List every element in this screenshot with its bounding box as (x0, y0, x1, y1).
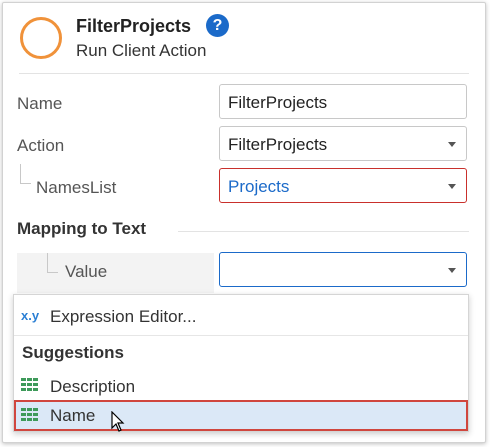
element-title: FilterProjects (76, 16, 192, 36)
expression-icon: x.y (21, 308, 40, 323)
suggestion-label: Description (50, 377, 136, 396)
expression-editor-item[interactable]: x.y Expression Editor... (14, 301, 468, 331)
tree-connector (47, 253, 58, 273)
name-value: FilterProjects (228, 93, 328, 112)
mapping-section-title: Mapping to Text (17, 219, 147, 238)
chevron-down-icon (448, 268, 456, 273)
header-divider (19, 73, 469, 74)
action-select[interactable]: FilterProjects (219, 126, 467, 161)
nameslist-value: Projects (228, 177, 290, 196)
element-type: Run Client Action (76, 41, 207, 60)
properties-panel: FilterProjects ? Run Client Action Name … (2, 2, 486, 443)
help-icon[interactable]: ? (206, 14, 229, 37)
tree-connector (20, 164, 31, 184)
action-label: Action (17, 136, 65, 155)
name-label: Name (17, 94, 63, 113)
name-field[interactable]: FilterProjects (219, 84, 467, 119)
value-label: Value (65, 262, 108, 281)
client-action-icon (20, 17, 62, 59)
suggestion-name[interactable]: Name (14, 400, 468, 431)
nameslist-select[interactable]: Projects (219, 168, 467, 203)
table-icon (21, 377, 39, 393)
suggestion-label: Name (50, 406, 96, 425)
suggestions-header: Suggestions (22, 343, 125, 362)
value-dropdown: x.y Expression Editor... Suggestions Des… (13, 294, 469, 432)
chevron-down-icon (448, 184, 456, 189)
action-value: FilterProjects (228, 135, 328, 154)
panel-header: FilterProjects ? Run Client Action (3, 3, 485, 71)
dropdown-divider (14, 335, 468, 336)
nameslist-label: NamesList (36, 178, 117, 197)
suggestion-description[interactable]: Description (14, 371, 468, 401)
section-divider (178, 231, 469, 232)
table-icon (21, 407, 39, 423)
expression-editor-label: Expression Editor... (50, 307, 197, 326)
mouse-cursor-icon (111, 411, 125, 432)
chevron-down-icon (448, 142, 456, 147)
value-select[interactable] (219, 252, 467, 287)
